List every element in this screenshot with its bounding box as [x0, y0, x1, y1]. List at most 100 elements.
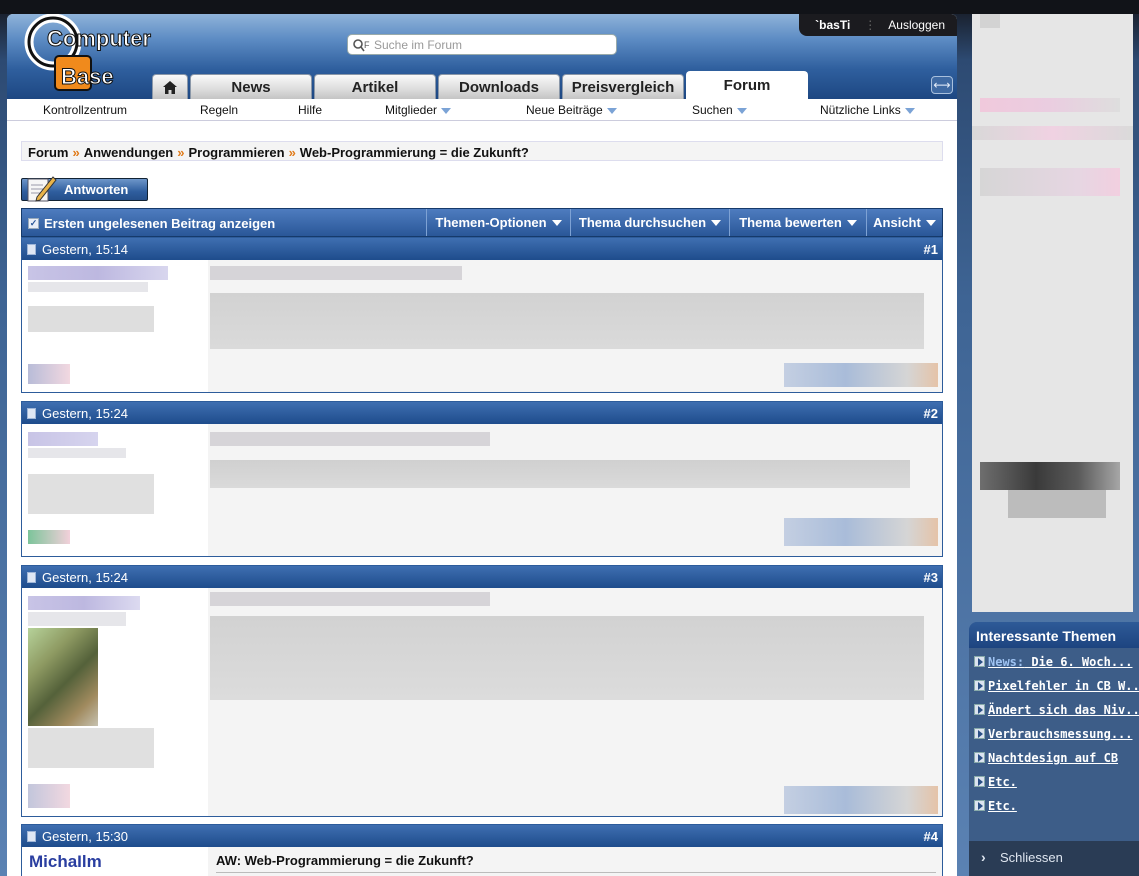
blurred-username: [28, 266, 168, 280]
thread-view-menu[interactable]: Ansicht: [866, 209, 942, 236]
thread-rate-menu[interactable]: Thema bewerten: [729, 209, 866, 236]
topic-link[interactable]: Pixelfehler in CB W...: [974, 679, 1139, 693]
computerbase-logo[interactable]: Computer Base: [17, 14, 167, 94]
post-title: AW: Web-Programmierung = die Zukunft?: [216, 853, 474, 868]
post-number-link[interactable]: #2: [924, 406, 938, 421]
resize-width-button[interactable]: ⟷: [931, 76, 953, 94]
topic-text: Ändert sich das Niv...: [988, 703, 1139, 717]
search-input[interactable]: F Suche im Forum: [347, 34, 617, 55]
blurred-rank-icons: [28, 530, 70, 544]
post-divider: [216, 872, 936, 873]
blurred-post-text: [210, 460, 910, 488]
post-date: Gestern, 15:30: [42, 829, 128, 844]
topic-text: Nachtdesign auf CB: [988, 751, 1119, 765]
dropdown-triangle-icon: [925, 219, 936, 226]
logo-text-1: Computer: [47, 26, 151, 51]
subnav-hilfe[interactable]: Hilfe: [298, 103, 322, 117]
subnav-mitglieder-label: Mitglieder: [385, 103, 438, 117]
tab-preisvergleich[interactable]: Preisvergleich: [562, 74, 684, 99]
post-header: Gestern, 15:14 #1: [22, 238, 942, 260]
post-header: Gestern, 15:24 #3: [22, 566, 942, 588]
subnav-mitglieder[interactable]: Mitglieder: [385, 103, 452, 117]
search-placeholder: Suche im Forum: [374, 37, 463, 52]
tab-downloads[interactable]: Downloads: [438, 74, 560, 99]
interesting-topics-panel: Interessante Themen News: Die 6. Woch...…: [969, 622, 1139, 876]
checkbox-icon: ✓: [28, 218, 39, 229]
separator: ⋮: [864, 18, 877, 32]
thread-search-label: Thema durchsuchen: [578, 215, 707, 230]
subnav-neue-beitraege-label: Neue Beiträge: [526, 103, 603, 117]
blurred-username: [28, 432, 98, 446]
svg-text:F: F: [364, 40, 370, 50]
topic-link[interactable]: Etc.: [974, 775, 1017, 789]
tab-news[interactable]: News: [190, 74, 312, 99]
topic-link[interactable]: News: Die 6. Woch...: [974, 655, 1133, 669]
first-unread-link[interactable]: ✓ Ersten ungelesenen Beitrag anzeigen: [28, 216, 275, 231]
reply-button[interactable]: Antworten: [21, 176, 148, 202]
forum-post: Gestern, 15:30 #4 MichaIlm AW: Web-Progra…: [21, 824, 943, 876]
breadcrumb-anwendungen[interactable]: Anwendungen: [84, 145, 174, 160]
close-panel-button[interactable]: › Schliessen: [969, 841, 1139, 876]
post-number-link[interactable]: #4: [924, 829, 938, 844]
post-author-name[interactable]: MichaIlm: [29, 852, 102, 872]
blurred-post-buttons: [784, 786, 938, 814]
dropdown-triangle-icon: [736, 107, 747, 114]
post-author-panel: [22, 260, 208, 392]
close-label: Schliessen: [1000, 850, 1063, 865]
breadcrumb: Forum» Anwendungen» Programmieren» Web-Prog…: [21, 141, 943, 161]
thread-options-menu[interactable]: Themen-Optionen: [426, 209, 570, 236]
topic-link[interactable]: Nachtdesign auf CB: [974, 751, 1118, 765]
blurred-username: [28, 596, 140, 610]
first-unread-label: Ersten ungelesenen Beitrag anzeigen: [44, 216, 276, 231]
thread-search-menu[interactable]: Thema durchsuchen: [570, 209, 729, 236]
blurred-post-text: [210, 293, 924, 349]
blurred-author-info: [28, 448, 126, 458]
thread-view-label: Ansicht: [873, 215, 921, 230]
logout-link[interactable]: Ausloggen: [888, 18, 945, 32]
subnav-nuetzliche-links[interactable]: Nützliche Links: [820, 103, 915, 117]
breadcrumb-forum[interactable]: Forum: [28, 145, 68, 160]
subnav-kontrollzentrum[interactable]: Kontrollzentrum: [43, 103, 127, 117]
post-number-link[interactable]: #1: [924, 242, 938, 257]
post-body: [22, 588, 942, 816]
dropdown-triangle-icon: [846, 219, 857, 226]
blurred-post-title: [210, 266, 462, 280]
post-author-panel: [22, 424, 208, 556]
arrow-right-icon: [974, 776, 985, 787]
post-document-icon: [27, 831, 36, 842]
subnav-suchen[interactable]: Suchen: [692, 103, 747, 117]
breadcrumb-programmieren[interactable]: Programmieren: [188, 145, 284, 160]
subnav-neue-beitraege[interactable]: Neue Beiträge: [526, 103, 617, 117]
breadcrumb-separator: »: [177, 145, 185, 160]
subnav-suchen-label: Suchen: [692, 103, 733, 117]
topic-text: Pixelfehler in CB W...: [988, 679, 1139, 693]
interesting-topics-title: Interessante Themen: [969, 622, 1139, 648]
dropdown-triangle-icon: [904, 107, 915, 114]
breadcrumb-separator: »: [288, 145, 296, 160]
topic-text: Die 6. Woch...: [1024, 655, 1133, 669]
arrow-right-icon: [974, 680, 985, 691]
blurred-ad-content: [980, 98, 1120, 112]
topic-link[interactable]: Verbrauchsmessung...: [974, 727, 1133, 741]
logo-text-2: Base: [61, 64, 114, 89]
tab-home[interactable]: [152, 74, 188, 99]
dropdown-triangle-icon: [551, 219, 562, 226]
blurred-post-text: [210, 616, 924, 700]
reply-button-label: Antworten: [64, 182, 129, 197]
tab-artikel[interactable]: Artikel: [314, 74, 436, 99]
arrow-right-icon: [974, 800, 985, 811]
blurred-avatar: [28, 628, 98, 726]
arrow-right-icon: [974, 728, 985, 739]
sub-navigation: Kontrollzentrum Regeln Hilfe Mitglieder …: [7, 99, 957, 121]
post-body: MichaIlm AW: Web-Programmierung = die Zu…: [22, 847, 942, 876]
post-document-icon: [27, 244, 36, 255]
topic-link[interactable]: Ändert sich das Niv...: [974, 703, 1139, 717]
topic-link[interactable]: Etc.: [974, 799, 1017, 813]
subnav-regeln[interactable]: Regeln: [200, 103, 238, 117]
blurred-ad-content: [972, 126, 1133, 140]
advertisement-banner[interactable]: [972, 14, 1133, 612]
tab-forum[interactable]: Forum: [686, 71, 808, 99]
post-number-link[interactable]: #3: [924, 570, 938, 585]
username-link[interactable]: `basTi: [811, 18, 864, 32]
blurred-author-info: [28, 282, 148, 292]
